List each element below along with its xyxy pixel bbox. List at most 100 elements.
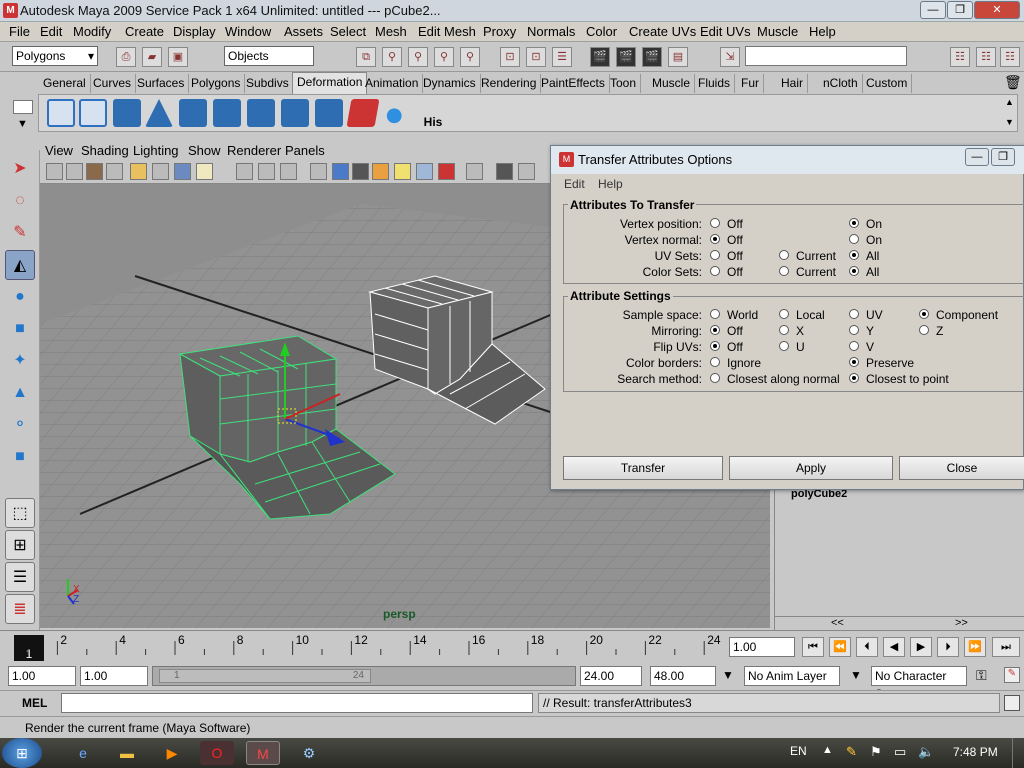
frame-selection-icon[interactable] [466, 163, 483, 180]
channel-nav-left[interactable]: << [831, 617, 844, 629]
color-borders-preserve-radio[interactable] [849, 357, 859, 367]
cluster-icon[interactable] [113, 99, 141, 127]
end-time-field[interactable]: 48.00 [650, 666, 716, 686]
select-tool-icon[interactable]: ➤ [5, 154, 35, 184]
menuset-select[interactable]: Polygons ▾ [12, 46, 98, 66]
image-plane-icon[interactable] [106, 163, 123, 180]
attribute-editor-toggle-icon[interactable]: ☷ [976, 47, 996, 67]
shelf-tab-animation[interactable]: Animation [361, 74, 424, 93]
clock[interactable]: 7:48 PM [953, 745, 998, 759]
texture-icon[interactable] [280, 163, 297, 180]
shelf-editor-icon[interactable] [13, 100, 33, 114]
command-input[interactable] [61, 693, 533, 713]
dialog-maximize-button[interactable]: ❐ [991, 148, 1015, 166]
menu-create-uvs[interactable]: Create UVs [629, 24, 696, 39]
script-editor-icon[interactable] [1004, 695, 1020, 711]
show-hidden-icons-icon[interactable]: ▲ [822, 744, 833, 756]
step-forward-icon[interactable]: ⏩ [964, 637, 986, 657]
move-tool-icon[interactable]: ◭ [5, 250, 35, 280]
maya-taskbar-icon[interactable]: M [246, 741, 280, 765]
outliner-layout-icon[interactable]: ☰ [5, 562, 35, 592]
current-time-field[interactable]: 1.00 [729, 637, 795, 657]
channel-box-toggle-icon[interactable]: ☷ [950, 47, 970, 67]
tool-settings-toggle-icon[interactable]: ☷ [1000, 47, 1020, 67]
character-set-field[interactable]: No Character Set [871, 666, 967, 701]
playback-start-field[interactable]: 1.00 [80, 666, 148, 686]
shelf-tab-surfaces[interactable]: Surfaces [133, 74, 190, 93]
explorer-taskbar-icon[interactable]: ▬ [110, 741, 144, 765]
wave-icon[interactable] [315, 99, 343, 127]
shelf-tab-general[interactable]: General [39, 74, 91, 93]
isolate-select-icon[interactable] [416, 163, 433, 180]
history-shelf-button[interactable]: His [417, 99, 449, 129]
shelf-tab-painteffects[interactable]: PaintEffects [537, 74, 610, 93]
shelf-tab-subdivs[interactable]: Subdivs [242, 74, 294, 93]
command-language-label[interactable]: MEL [22, 696, 47, 710]
xray-icon[interactable] [332, 163, 349, 180]
start-button[interactable]: ⊞ [2, 738, 42, 768]
flip-uvs-off-radio[interactable] [710, 341, 720, 351]
sine-icon[interactable] [213, 99, 241, 127]
graph-layout-icon[interactable]: ≣ [5, 594, 35, 624]
menu-proxy[interactable]: Proxy [483, 24, 516, 39]
dialog-menu-edit[interactable]: Edit [564, 177, 585, 191]
play-backwards-icon[interactable]: ◀ [883, 637, 905, 657]
playblast-icon[interactable] [518, 163, 535, 180]
vp-menu-show[interactable]: Show [188, 143, 221, 158]
menu-edit-mesh[interactable]: Edit Mesh [418, 24, 476, 39]
channel-nav-right[interactable]: >> [955, 617, 968, 629]
universal-manipulator-icon[interactable]: ✦ [5, 346, 35, 376]
dialog-menu-help[interactable]: Help [598, 177, 623, 191]
select-object-icon[interactable]: ⚲ [382, 47, 402, 67]
menu-muscle[interactable]: Muscle [757, 24, 798, 39]
dialog-minimize-button[interactable]: — [965, 148, 989, 166]
step-back-key-icon[interactable]: ⏴ [856, 637, 878, 657]
minimize-button[interactable]: — [920, 1, 946, 19]
char-set-chevron-icon[interactable]: ▼ [850, 668, 862, 682]
vp-menu-panels[interactable]: Panels [285, 143, 325, 158]
menu-color[interactable]: Color [586, 24, 617, 39]
sculpt-icon[interactable] [383, 99, 411, 127]
shelf-tab-fluids[interactable]: Fluids [694, 74, 736, 93]
shelf-tab-ncloth[interactable]: nCloth [819, 74, 863, 93]
menu-normals[interactable]: Normals [527, 24, 575, 39]
shelf-tab-dynamics[interactable]: Dynamics [419, 74, 481, 93]
vertex-position-on-radio[interactable] [849, 218, 859, 228]
camera-select-icon[interactable] [46, 163, 63, 180]
show-manipulator-icon[interactable]: ⚬ [5, 410, 35, 440]
vertex-position-off-radio[interactable] [710, 218, 720, 228]
show-desktop-button[interactable] [1012, 738, 1024, 768]
playback-end-field[interactable]: 24.00 [580, 666, 642, 686]
high-quality-icon[interactable] [438, 163, 455, 180]
vertex-normal-off-radio[interactable] [710, 234, 720, 244]
hypershade-icon[interactable]: ▤ [668, 47, 688, 67]
select-component-icon[interactable]: ⚲ [408, 47, 428, 67]
lattice-icon[interactable] [47, 99, 75, 127]
maximize-button[interactable]: ❐ [947, 1, 973, 19]
wireframe-icon[interactable] [236, 163, 253, 180]
color-sets-current-radio[interactable] [779, 266, 789, 276]
search-method-point-radio[interactable] [849, 373, 859, 383]
snap-point-icon[interactable]: ⊡ [500, 47, 520, 67]
wrap-icon[interactable] [346, 99, 380, 127]
anim-layer-field[interactable]: No Anim Layer [744, 666, 840, 686]
shelf-options-chevron-icon[interactable]: ▼ [17, 118, 28, 130]
vp-menu-renderer[interactable]: Renderer [227, 143, 281, 158]
shelf-tab-toon[interactable]: Toon [606, 74, 642, 93]
range-handle[interactable]: 1 24 [159, 669, 371, 683]
shelf-tab-muscle[interactable]: Muscle [648, 74, 696, 93]
mirroring-y-radio[interactable] [849, 325, 859, 335]
ie-taskbar-icon[interactable]: e [66, 741, 100, 765]
tray-app-icon[interactable]: ✎ [846, 744, 857, 760]
app-taskbar-icon[interactable]: ⚙ [292, 741, 326, 765]
shelf-tab-custom[interactable]: Custom [862, 74, 913, 93]
close-window-button[interactable]: ✕ [974, 1, 1020, 19]
gate-mask-icon[interactable] [196, 163, 213, 180]
shelf-menu[interactable]: ▼ [10, 98, 36, 134]
scale-tool-icon[interactable]: ■ [5, 314, 35, 344]
anim-layer-chevron-icon[interactable]: ▼ [722, 668, 734, 682]
step-back-icon[interactable]: ⏪ [829, 637, 851, 657]
step-forward-key-icon[interactable]: ⏵ [937, 637, 959, 657]
play-forwards-icon[interactable]: ▶ [910, 637, 932, 657]
sample-space-world-radio[interactable] [710, 309, 720, 319]
